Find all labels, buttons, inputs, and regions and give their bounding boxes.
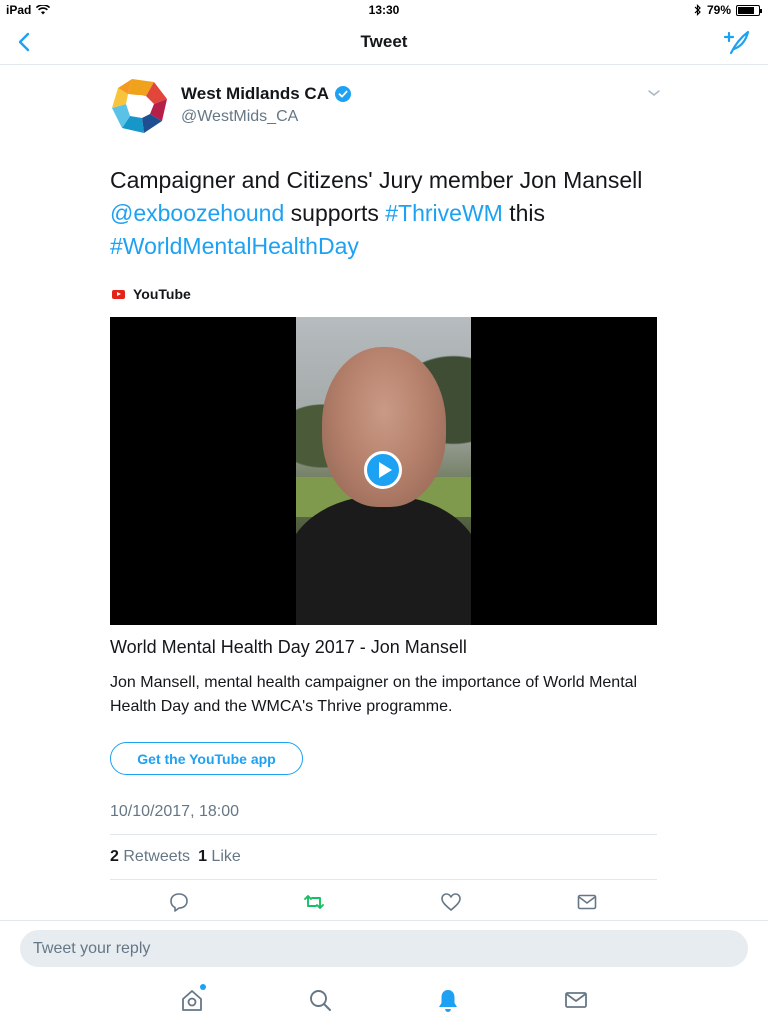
tweet-actions bbox=[110, 890, 657, 914]
tweet-text: Campaigner and Citizens' Jury member Jon… bbox=[110, 164, 657, 263]
direct-message-icon[interactable] bbox=[575, 890, 599, 914]
tab-messages[interactable] bbox=[562, 986, 590, 1014]
battery-percent: 79% bbox=[706, 3, 731, 17]
author-name: West Midlands CA bbox=[181, 84, 329, 103]
card-description: Jon Mansell, mental health campaigner on… bbox=[110, 674, 638, 715]
card-source-label: YouTube bbox=[133, 286, 191, 302]
tab-bar bbox=[0, 976, 768, 1024]
likes-stat[interactable]: 1 Like bbox=[198, 848, 241, 866]
tab-home[interactable] bbox=[178, 984, 206, 1014]
engagement-stats: 2 Retweets 1 Like bbox=[110, 848, 241, 866]
tweet-text-part: Campaigner and Citizens' Jury member Jon… bbox=[110, 167, 643, 193]
new-content-indicator bbox=[200, 984, 206, 990]
bluetooth-icon bbox=[694, 4, 701, 16]
battery-fill bbox=[738, 6, 754, 14]
retweets-stat[interactable]: 2 Retweets bbox=[110, 848, 190, 866]
tweet-text-part: this bbox=[502, 200, 546, 226]
retweets-count: 2 bbox=[110, 848, 119, 865]
clock: 13:30 bbox=[368, 3, 400, 17]
hashtag-link-worldmentalhealthday[interactable]: #WorldMentalHealthDay bbox=[110, 233, 359, 259]
home-icon bbox=[182, 990, 202, 1011]
search-icon bbox=[310, 990, 331, 1011]
tweet-text-part: supports bbox=[284, 200, 386, 226]
likes-count: 1 bbox=[198, 848, 207, 865]
verified-badge-icon bbox=[334, 86, 351, 102]
likes-label: Like bbox=[211, 848, 241, 865]
card-title[interactable]: World Mental Health Day 2017 - Jon Manse… bbox=[110, 637, 467, 658]
like-heart-icon[interactable] bbox=[439, 890, 463, 914]
hashtag-link-thrivewm[interactable]: #ThriveWM bbox=[385, 200, 503, 226]
reply-icon[interactable] bbox=[167, 890, 191, 914]
avatar[interactable] bbox=[110, 76, 170, 136]
mention-link[interactable]: @exboozehound bbox=[110, 200, 284, 226]
navigation-bar: Tweet bbox=[0, 20, 768, 65]
divider bbox=[0, 920, 768, 921]
youtube-logo-icon bbox=[112, 289, 125, 299]
tab-notifications[interactable] bbox=[434, 986, 462, 1014]
retweet-icon[interactable] bbox=[302, 890, 326, 914]
compose-tweet-icon[interactable] bbox=[722, 29, 750, 55]
notification-bell-icon bbox=[439, 990, 457, 1012]
get-youtube-app-button[interactable]: Get the YouTube app bbox=[110, 742, 303, 775]
messages-envelope-icon bbox=[565, 992, 587, 1008]
tweet-timestamp: 10/10/2017, 18:00 bbox=[110, 803, 240, 820]
author-block[interactable]: West Midlands CA @WestMids_CA bbox=[181, 84, 351, 126]
chevron-down-icon[interactable] bbox=[647, 88, 661, 98]
play-icon[interactable] bbox=[364, 451, 402, 489]
retweets-label: Retweets bbox=[123, 848, 191, 865]
author-handle: @WestMids_CA bbox=[181, 108, 299, 125]
divider bbox=[110, 834, 657, 835]
reply-input[interactable] bbox=[20, 930, 748, 967]
status-bar: iPad 13:30 79% bbox=[0, 0, 768, 20]
video-player[interactable] bbox=[110, 317, 657, 625]
tab-search[interactable] bbox=[306, 986, 334, 1014]
page-title: Tweet bbox=[360, 32, 408, 51]
divider bbox=[110, 879, 657, 880]
card-source: YouTube bbox=[112, 286, 191, 302]
battery-icon bbox=[736, 4, 762, 16]
